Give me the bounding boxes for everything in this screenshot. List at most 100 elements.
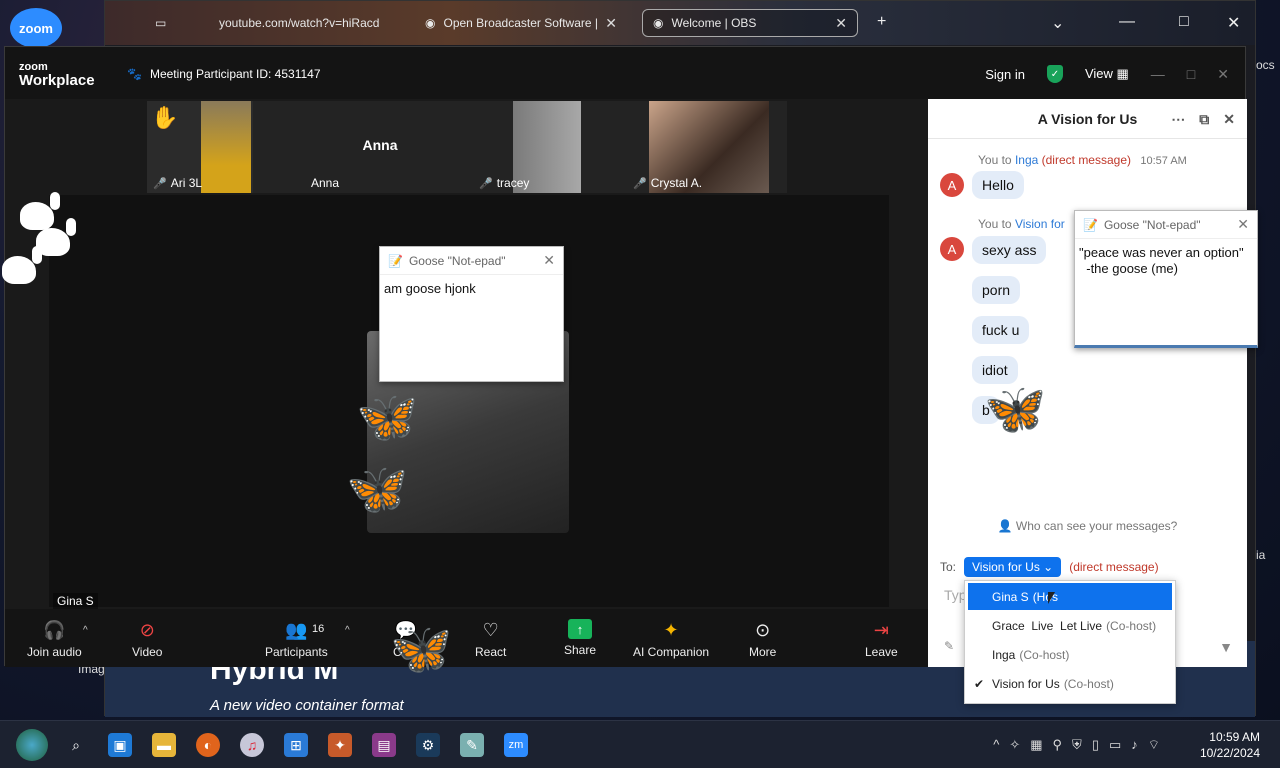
popup-text[interactable]: "peace was never an option" -the goose (… xyxy=(1075,239,1257,283)
participant-name: tracey xyxy=(496,176,530,190)
close-icon[interactable]: ✕ xyxy=(605,15,617,32)
react-button[interactable]: ♡ React xyxy=(475,619,506,659)
popup-title: Goose "Not-epad" xyxy=(408,253,506,268)
dropdown-item-role: (Co-host) xyxy=(1063,676,1114,691)
dropdown-item-role: (Co-host) xyxy=(1019,647,1070,662)
close-icon[interactable]: ✕ xyxy=(835,15,847,32)
desktop-label: ocs xyxy=(1256,58,1275,72)
more-dots-icon[interactable]: ⋯ xyxy=(1171,111,1185,128)
send-icon[interactable]: ▼ xyxy=(1219,639,1233,655)
zoom-taskbar-icon[interactable]: zm xyxy=(504,733,528,757)
volume-icon[interactable]: ♪ xyxy=(1131,737,1138,753)
tray-app-icon[interactable]: ▯ xyxy=(1092,737,1099,753)
chevron-up-icon[interactable]: ^ xyxy=(345,625,350,636)
browser-tab-obs[interactable]: ◉ Open Broadcaster Software | OB ✕ xyxy=(415,9,627,37)
toolbar-label: AI Companion xyxy=(633,645,710,659)
tray-app-icon[interactable]: ✧ xyxy=(1009,737,1020,753)
close-icon[interactable]: ✕ xyxy=(1217,66,1229,83)
itunes-icon[interactable]: ♫ xyxy=(240,733,264,757)
toolbar-label: React xyxy=(475,645,507,659)
butterfly-sticker: 🦋 xyxy=(346,461,409,517)
task-view-icon[interactable]: ▣ xyxy=(108,733,132,757)
dropdown-item[interactable]: Grace Live Let Live (Co-host) xyxy=(968,612,1172,639)
video-button[interactable]: ⊘ Video xyxy=(132,619,162,659)
view-label: View xyxy=(1084,66,1113,81)
who-can-see-text: Who can see your messages? xyxy=(1015,519,1178,533)
start-button[interactable] xyxy=(16,729,48,761)
participants-count: 16 xyxy=(312,623,325,635)
share-screen-icon: ↑ xyxy=(568,619,593,639)
search-icon[interactable]: ⌕ xyxy=(64,733,88,757)
wifi-icon[interactable]: ⌔ xyxy=(1148,737,1160,753)
file-explorer-icon[interactable]: ▬ xyxy=(152,733,176,757)
close-icon[interactable]: ✕ xyxy=(1227,13,1240,33)
maximize-icon[interactable]: □ xyxy=(1187,66,1195,82)
toolbar-label: More xyxy=(749,645,777,659)
close-icon[interactable]: ✕ xyxy=(543,252,555,269)
browser-tab-youtube[interactable]: youtube.com/watch?v=hiRacd xyxy=(209,9,409,37)
minimize-icon[interactable]: — xyxy=(1119,13,1135,31)
ai-companion-button[interactable]: ✦ AI Companion xyxy=(633,619,709,659)
chat-message: sexy ass xyxy=(972,236,1047,264)
chevron-down-icon[interactable]: ⌄ xyxy=(1051,13,1064,33)
message-meta: You to Inga (direct message) 10:57 AM xyxy=(978,153,1187,167)
meta-recipient[interactable]: Vision for xyxy=(1015,217,1065,231)
dropdown-item[interactable]: ✔ Vision for Us (Co-host) xyxy=(968,670,1172,697)
tab-label: Welcome | OBS xyxy=(671,16,757,30)
store-icon[interactable]: ⊞ xyxy=(284,733,308,757)
tray-app-icon[interactable]: ⚲ xyxy=(1053,737,1063,753)
participant-tile[interactable]: Anna Anna xyxy=(255,101,505,193)
chevron-up-icon[interactable]: ^ xyxy=(83,625,88,636)
zoom-desktop-icon[interactable]: zoom xyxy=(10,8,62,48)
new-tab-button[interactable]: + xyxy=(877,13,886,31)
chevron-up-icon[interactable]: ^ xyxy=(993,737,999,753)
meta-time: 10:57 AM xyxy=(1140,155,1187,167)
dm-indicator: (direct message) xyxy=(1069,560,1159,574)
maximize-icon[interactable]: □ xyxy=(1179,13,1189,31)
recipient-dropdown[interactable]: Vision for Us ⌄ xyxy=(964,557,1062,577)
tray-app-icon[interactable]: ▦ xyxy=(1030,737,1042,753)
goose-sprite xyxy=(1140,396,1180,434)
windows-taskbar: ⌕ ▣ ▬ ◐ ♫ ⊞ ✦ ▤ ⚙ ✎ zm ^ ✧ ▦ ⚲ ⛨ ▯ ▭ ♪ ⌔… xyxy=(0,720,1280,768)
format-icon[interactable]: ✎ xyxy=(944,639,954,653)
chat-header-icons: ⋯ ⧉ ✕ xyxy=(1171,111,1235,128)
brand-line: Workplace xyxy=(19,72,95,89)
zoom-icon-label: zoom xyxy=(19,20,53,36)
minimize-icon[interactable]: — xyxy=(1151,66,1165,82)
close-icon[interactable]: ✕ xyxy=(1223,111,1235,128)
notepad-app-icon[interactable]: ✎ xyxy=(460,733,484,757)
firefox-icon[interactable]: ◐ xyxy=(196,733,220,757)
leave-button[interactable]: ⇥ Leave xyxy=(865,619,898,659)
winrar-icon[interactable]: ▤ xyxy=(372,733,396,757)
close-icon[interactable]: ✕ xyxy=(1237,216,1249,233)
more-button[interactable]: ⊙ More xyxy=(749,619,776,659)
meta-recipient[interactable]: Inga xyxy=(1015,153,1038,167)
network-icon[interactable]: ▭ xyxy=(1109,737,1121,753)
chat-message: fuck u xyxy=(972,316,1030,344)
dropdown-item[interactable]: Gina S (Hos xyxy=(968,583,1172,610)
shield-icon[interactable]: ✓ xyxy=(1046,65,1063,83)
desktop-label: ia xyxy=(1256,548,1266,562)
goose-sprite xyxy=(20,192,60,230)
clock[interactable]: 10:59 AM 10/22/2024 xyxy=(1200,729,1260,761)
view-button[interactable]: View ▦ xyxy=(1085,66,1129,82)
pop-out-icon[interactable]: ⧉ xyxy=(1199,111,1209,128)
tab-label: youtube.com/watch?v=hiRacd xyxy=(219,16,380,30)
participant-strip: ✋ 🎤 Ari 3L Anna Anna 🎤 tracey 🎤 Crystal A. xyxy=(147,101,787,193)
meeting-id: 🐾 Meeting Participant ID: 4531147 xyxy=(127,67,321,81)
participant-tile[interactable]: 🎤 Crystal A. xyxy=(627,101,787,193)
who-can-see-link[interactable]: 👤 Who can see your messages? xyxy=(928,519,1247,533)
dropdown-item[interactable]: Inga (Co-host) xyxy=(968,641,1172,668)
share-button[interactable]: ↑ Share xyxy=(564,619,596,657)
browser-tab-welcome-obs[interactable]: ◉ Welcome | OBS ✕ xyxy=(642,9,858,37)
tab-actions-icon[interactable]: ▭ xyxy=(145,9,175,37)
shield-icon[interactable]: ⛨ xyxy=(1072,737,1082,753)
steam-icon[interactable]: ⚙ xyxy=(416,733,440,757)
sign-in-button[interactable]: Sign in xyxy=(985,67,1025,82)
join-audio-button[interactable]: 🎧 Join audio xyxy=(27,619,82,659)
participant-tile[interactable]: 🎤 tracey xyxy=(473,101,613,193)
toolbar-label: Share xyxy=(564,643,597,657)
participant-tile[interactable]: ✋ 🎤 Ari 3L xyxy=(147,101,253,193)
app-icon[interactable]: ✦ xyxy=(328,733,352,757)
goose-sprite xyxy=(2,246,42,284)
